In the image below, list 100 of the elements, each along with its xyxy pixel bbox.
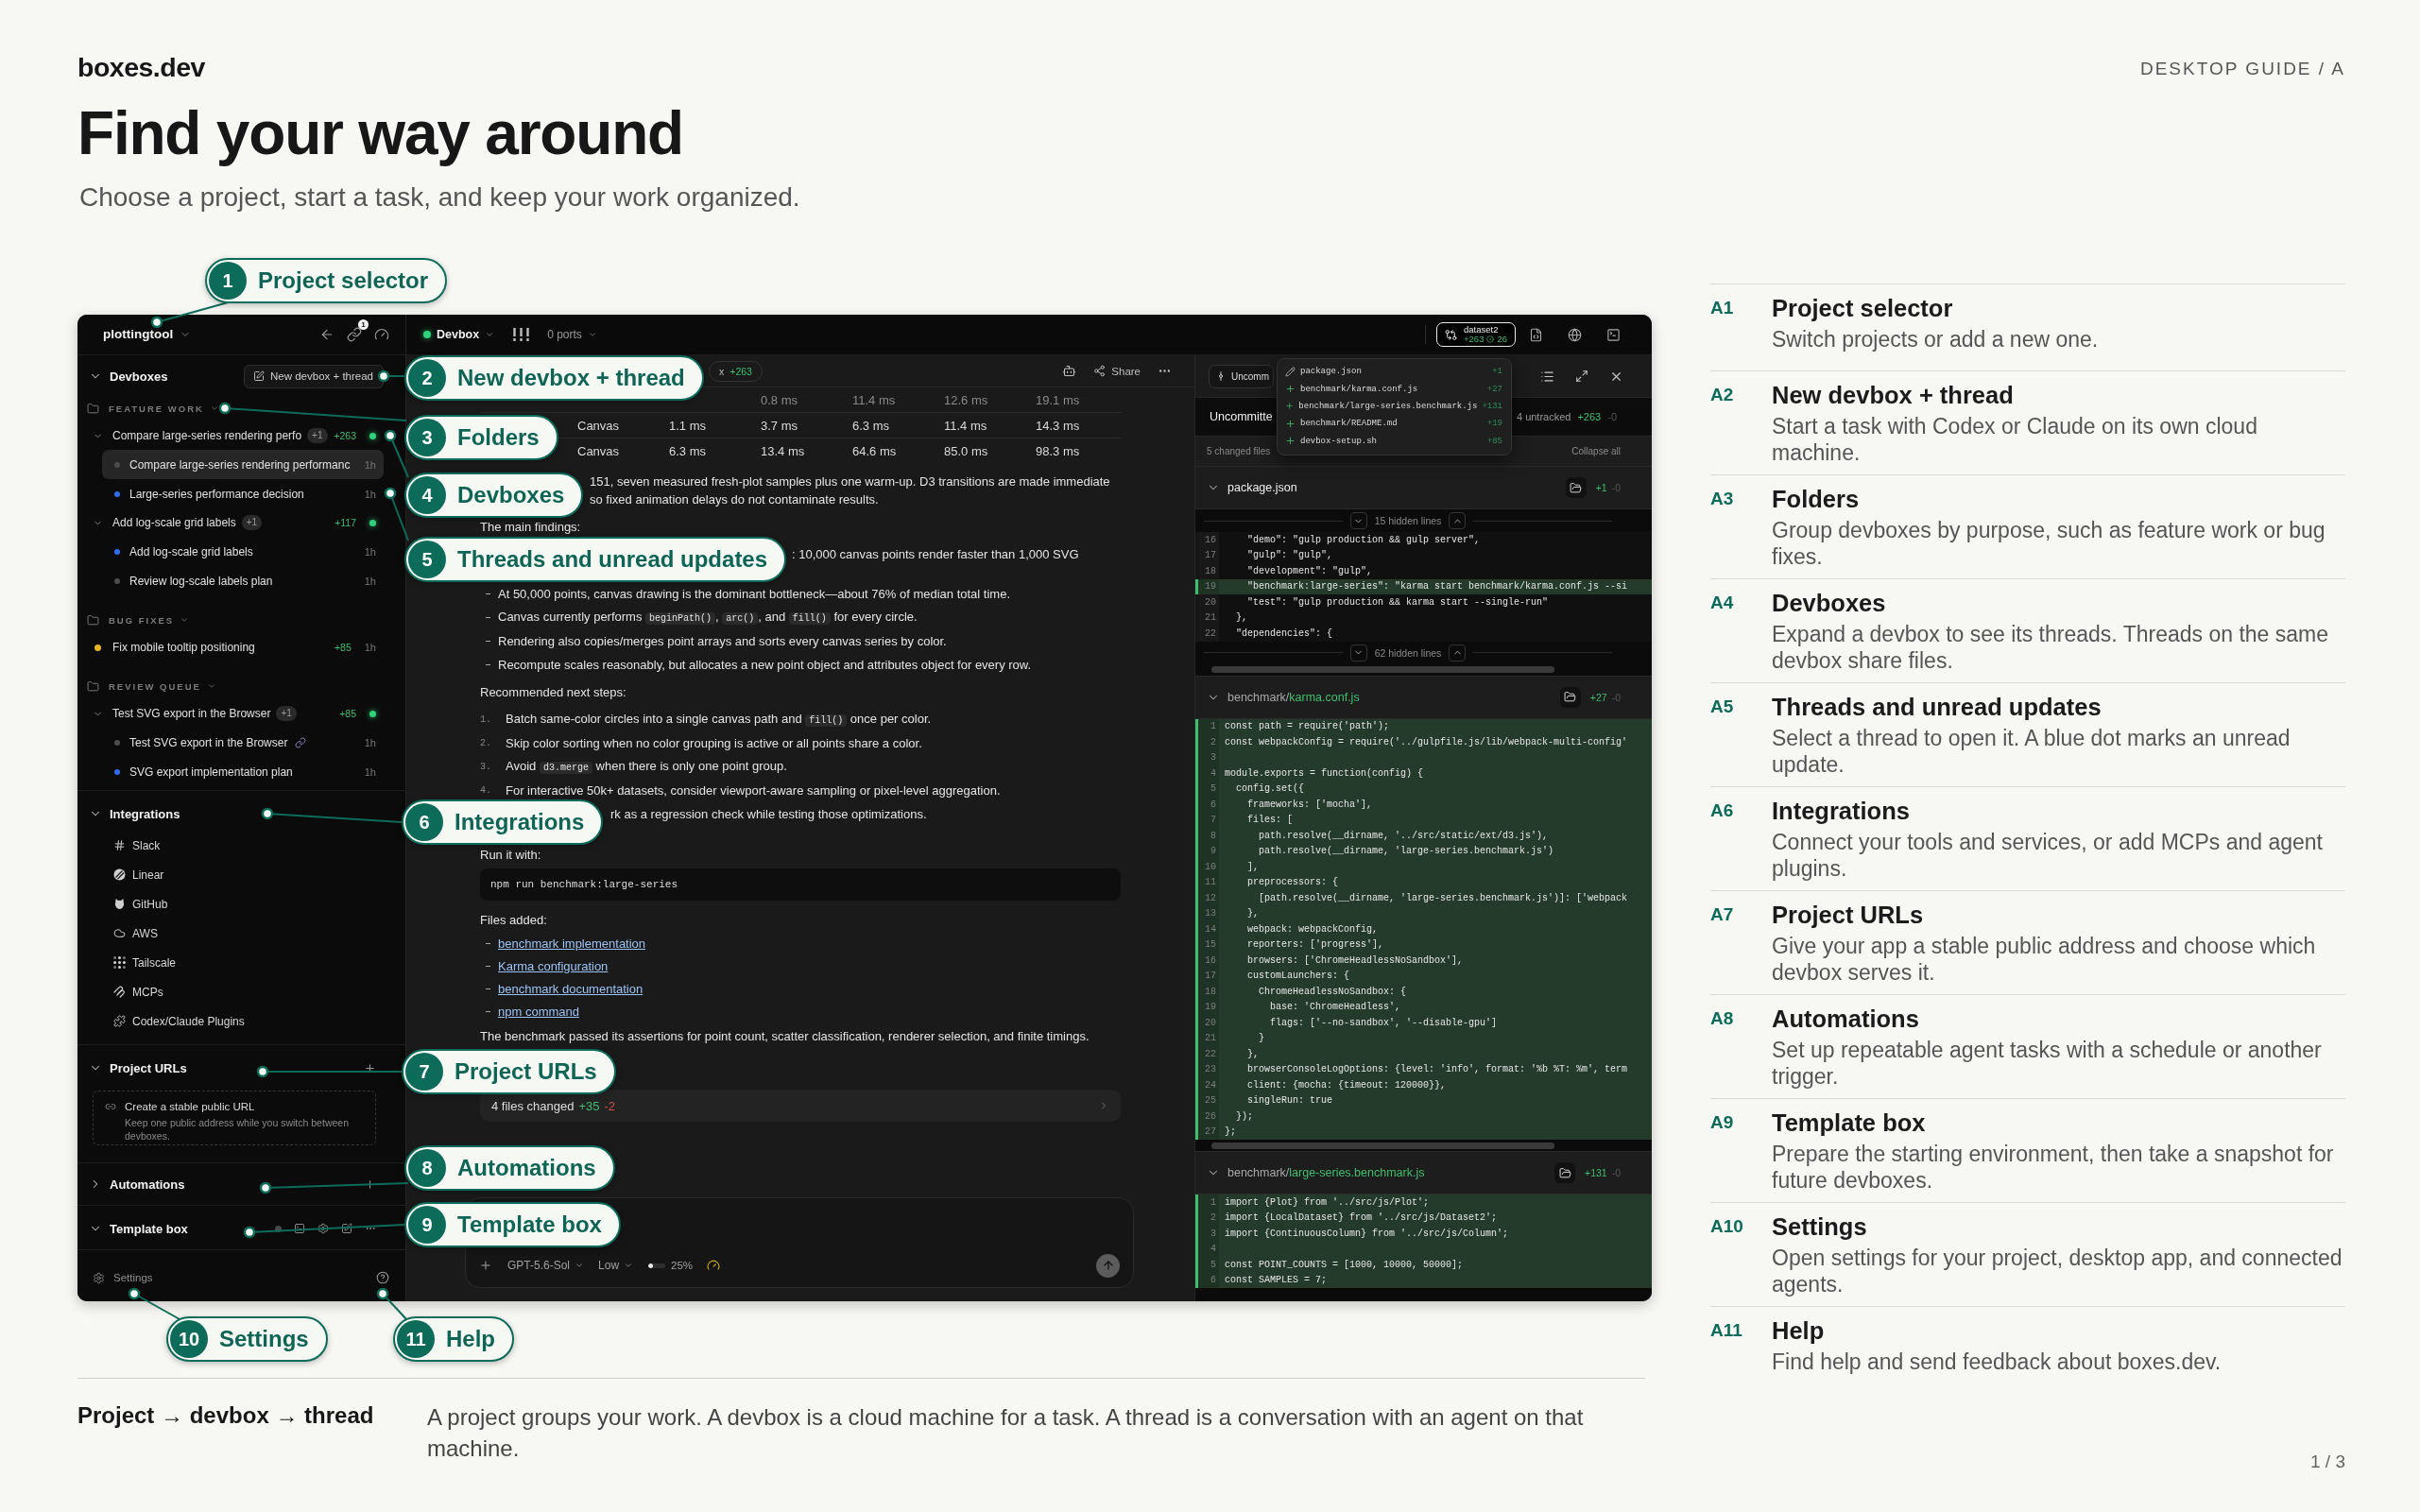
line-number: 18 (1198, 563, 1219, 579)
code-text: path.resolve(__dirname, 'large-series.benchmark.js') (1258, 845, 1554, 859)
legend-title: Settings (1772, 1212, 1867, 1241)
file-menu-item[interactable]: benchmark/large-series.benchmark.js +131 (1285, 397, 1502, 416)
edit-icon[interactable] (341, 1223, 352, 1234)
code-text: "test": "gulp production && karma start --single-run" (1246, 595, 1549, 610)
section-title[interactable]: Template box (110, 1221, 188, 1236)
file-link[interactable]: benchmark documentation (498, 980, 644, 997)
thread-item[interactable]: Review log-scale labels plan 1h (102, 566, 384, 595)
section-title[interactable]: Automations (110, 1177, 185, 1192)
callout-number: 10 (170, 1320, 208, 1358)
task-item[interactable]: Fix mobile tooltip positioning +85 1h (77, 633, 405, 662)
devbox-item[interactable]: Compare large-series rendering perfo +1 +263 (77, 421, 405, 450)
edit-icon (253, 370, 265, 382)
section-title[interactable]: Devboxes (110, 369, 168, 384)
integration-item[interactable]: AWS (77, 919, 158, 948)
table-cell: 0.8 ms (761, 392, 798, 407)
scrollbar-thumb[interactable] (1211, 1142, 1554, 1149)
file-menu-item[interactable]: benchmark/README.md +19 (1285, 415, 1502, 433)
compare-arrows-icon (1445, 328, 1457, 341)
share-button[interactable]: Share (1093, 365, 1141, 377)
callout-label: Help (446, 1326, 495, 1352)
cat-head-icon (113, 898, 126, 910)
table-cell: 14.3 ms (1036, 418, 1080, 433)
folder-item[interactable]: FEATURE WORK (77, 395, 219, 421)
gauge-icon[interactable] (374, 327, 389, 342)
file-link[interactable]: npm command (498, 1003, 579, 1020)
scrollbar-thumb[interactable] (1211, 666, 1554, 673)
thread-item[interactable]: Test SVG export in the Browser 1h (102, 728, 384, 757)
integration-item[interactable]: Linear (77, 860, 164, 889)
changes-card[interactable]: 4 files changed +35 -2 (480, 1090, 1121, 1122)
changes-title: Uncommitte (1210, 410, 1273, 423)
devbox-selector[interactable]: Devbox (423, 328, 495, 341)
callout-number: 6 (405, 803, 443, 841)
terminal-icon[interactable] (294, 1223, 305, 1234)
settings-item[interactable]: Settings (93, 1271, 153, 1284)
file-menu-item[interactable]: benchmark/karma.conf.js +27 (1285, 380, 1502, 398)
send-button[interactable] (1096, 1253, 1120, 1278)
ports-selector[interactable]: 0 ports (547, 328, 597, 341)
code-text: browserConsoleLogOptions: {level: 'info', format: '%b %T: %m', term (1246, 1063, 1628, 1077)
plus-icon[interactable] (479, 1259, 492, 1272)
gauge-icon[interactable] (707, 1259, 721, 1272)
code-text: client: {mocha: {timeout: 120000}}, (1246, 1078, 1447, 1092)
thread-item[interactable]: Large-series performance decision 1h (102, 479, 384, 508)
model-selector[interactable]: GPT-5.6-Sol (507, 1259, 585, 1272)
legend-description: Switch projects or add a new one. (1772, 326, 2099, 352)
open-folder-button[interactable] (1554, 1162, 1575, 1183)
file-link[interactable]: Karma configuration (498, 957, 609, 974)
open-folder-button[interactable] (1565, 477, 1587, 498)
legend-title: Help (1772, 1316, 1825, 1345)
create-url-card[interactable]: Create a stable public URL Keep one public address while you switch between devboxes. (93, 1091, 376, 1145)
settings-icon[interactable] (318, 1223, 329, 1234)
new-devbox-button[interactable]: New devbox + thread (244, 364, 384, 388)
scope-button[interactable]: Uncomm (1209, 364, 1274, 388)
file-link[interactable]: benchmark implementation (498, 935, 646, 952)
collapse-all-button[interactable]: Collapse all (1571, 446, 1621, 456)
expand-icon[interactable] (1575, 369, 1588, 383)
callout-number: 1 (209, 262, 247, 300)
section-title[interactable]: Integrations (110, 806, 180, 821)
callout-number: 4 (408, 476, 446, 514)
footer-text: A project groups your work. A devbox is a cloud machine for a task. A thread is a conversation with an agent on that machine. (427, 1403, 1585, 1463)
thread-item[interactable]: SVG export implementation plan 1h (102, 757, 384, 786)
project-selector[interactable]: plottingtool (103, 327, 192, 342)
code-text: }, (1246, 1047, 1259, 1061)
file-menu-item[interactable]: devbox-setup.sh +85 (1285, 432, 1502, 450)
legend-description: Set up repeatable agent tasks with a schedule or another trigger. (1772, 1037, 2323, 1090)
thread-item[interactable]: Add log-scale grid labels 1h (102, 537, 384, 566)
bars-icon[interactable] (513, 328, 530, 341)
integration-item[interactable]: GitHub (77, 889, 168, 919)
devbox-item[interactable]: Test SVG export in the Browser +1 +85 (77, 699, 405, 728)
link-icon[interactable] (347, 327, 362, 342)
section-title[interactable]: Project URLs (110, 1060, 187, 1075)
integration-item[interactable]: Slack (77, 831, 161, 860)
table-cell: 11.4 ms (852, 392, 896, 407)
notification-badge: 1 (358, 319, 369, 330)
file-menu-item[interactable]: package.json +1 (1285, 363, 1502, 381)
list-icon[interactable] (1540, 369, 1554, 384)
open-folder-button[interactable] (1559, 686, 1581, 708)
code-text: "benchmark:large-series": "karma start benchmark/karma.conf.js --si (1246, 580, 1628, 594)
file-code-icon[interactable] (1529, 327, 1543, 342)
branch-button[interactable]: dataset2 +263 26 (1436, 322, 1516, 347)
callout-number: 5 (408, 541, 446, 578)
changed-files-count: 5 changed files (1207, 446, 1271, 456)
effort-selector[interactable]: Low (598, 1259, 634, 1272)
integration-item[interactable]: Codex/Claude Plugins (77, 1006, 245, 1036)
robot-icon[interactable] (1062, 364, 1077, 378)
devbox-item[interactable]: Add log-scale grid labels +1 +117 (77, 508, 405, 537)
folder-item[interactable]: REVIEW QUEUE (77, 673, 216, 699)
line-number: 2 (1198, 734, 1219, 750)
help-icon[interactable] (376, 1271, 389, 1284)
thread-item[interactable]: Compare large-series rendering performanc 1h (102, 450, 384, 479)
callout-number: 8 (408, 1149, 446, 1187)
integration-item[interactable]: Tailscale (77, 948, 177, 977)
table-cell: 12.6 ms (944, 392, 988, 407)
folder-item[interactable]: BUG FIXES (77, 607, 190, 633)
terminal-icon[interactable] (1606, 327, 1621, 342)
globe-icon[interactable] (1568, 327, 1582, 342)
dash-icon (486, 617, 490, 618)
integration-item[interactable]: MCPs (77, 977, 163, 1006)
code-text: const path = require('path'); (1225, 720, 1390, 734)
